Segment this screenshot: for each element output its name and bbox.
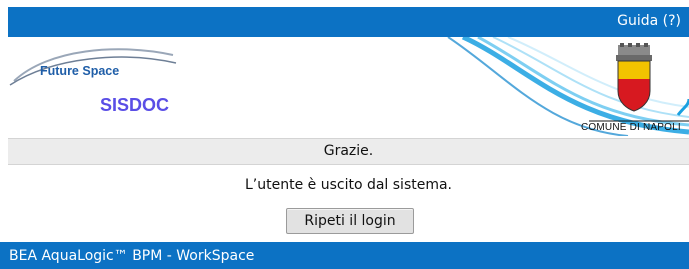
logout-message: L’utente è uscito dal sistema. [244, 177, 453, 193]
status-bar: Grazie. [8, 138, 689, 165]
top-bar: Guida (?) [8, 7, 689, 37]
header-banner: Future Space SISDOC COMUNE DI NAPOLI [8, 37, 689, 136]
footer-bar: BEA AquaLogic™ BPM - WorkSpace [0, 242, 689, 269]
status-title: Grazie. [323, 143, 374, 159]
footer-product-name: BEA AquaLogic™ BPM - WorkSpace [9, 248, 255, 264]
relogin-button[interactable]: Ripeti il login [286, 208, 414, 234]
municipality-name: COMUNE DI NAPOLI [581, 122, 681, 133]
napoli-coat-of-arms [616, 43, 652, 112]
help-link[interactable]: Guida (?) [617, 13, 681, 29]
